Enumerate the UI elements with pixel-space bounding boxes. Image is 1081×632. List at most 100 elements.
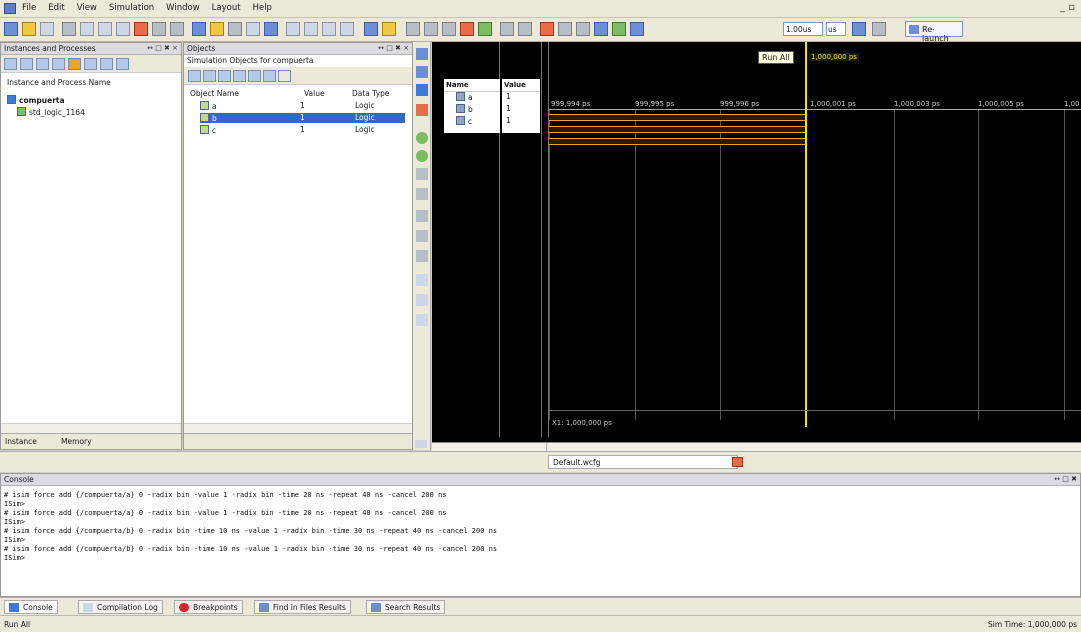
menu-simulation[interactable]: Simulation [109,3,154,13]
falling-edge-icon[interactable] [416,250,428,262]
value-header[interactable]: Value [502,79,540,92]
undo-icon[interactable] [152,22,166,36]
go-to-icon[interactable] [558,22,572,36]
new-file-icon[interactable] [4,22,18,36]
step-icon[interactable] [852,22,866,36]
zoom-out-icon[interactable] [416,66,428,78]
tab-instance[interactable]: Instance [5,437,37,446]
help-icon[interactable] [264,22,278,36]
list-icon[interactable] [416,314,428,326]
save-icon[interactable] [40,22,54,36]
collapse-icon[interactable] [20,58,33,70]
delete-icon[interactable] [134,22,148,36]
pause-icon[interactable] [872,22,886,36]
window-icon[interactable] [340,22,354,36]
tab-default-wcfg[interactable]: Default.wcfg [548,455,738,469]
wave-signal-b[interactable]: b [456,104,473,114]
layout-icon[interactable] [286,22,300,36]
waveform-trace-a[interactable] [549,114,805,121]
menu-edit[interactable]: Edit [48,3,64,13]
expand-icon[interactable] [4,58,17,70]
window-icon[interactable] [322,22,336,36]
filter-output-icon[interactable] [203,70,216,82]
copy-icon[interactable] [98,22,112,36]
menu-view[interactable]: View [77,3,97,13]
scroll-left-icon[interactable] [415,440,427,448]
tab-compilation-log[interactable]: Compilation Log [78,600,163,614]
time-cursor[interactable] [805,42,807,427]
close-tab-icon[interactable] [732,457,743,467]
marker-icon[interactable] [424,22,438,36]
signal-icon[interactable] [84,58,97,70]
marker-icon[interactable] [460,22,474,36]
object-row-c[interactable]: c 1 Logic [200,125,405,135]
zoom-icon[interactable] [364,22,378,36]
step-icon[interactable] [500,22,514,36]
run-time-unit-select[interactable]: us [826,22,846,36]
tab-breakpoints[interactable]: Breakpoints [174,600,243,614]
panel-controls[interactable]: ↔ □ ✖ × [378,44,409,52]
horizontal-scrollbar[interactable] [1,423,181,433]
column-object-name[interactable]: Object Name [190,89,239,98]
find-in-files-icon[interactable] [210,22,224,36]
tab-console[interactable]: Console [4,600,58,614]
filter-variable-icon[interactable] [263,70,276,82]
paste-icon[interactable] [116,22,130,36]
zoom-in-icon[interactable] [416,48,428,60]
wave-signal-c[interactable]: c [456,116,472,126]
tab-find-in-files-results[interactable]: Find in Files Results [254,600,351,614]
open-folder-icon[interactable] [22,22,36,36]
sort-icon[interactable] [52,58,65,70]
bookmark-icon[interactable] [228,22,242,36]
tab-memory[interactable]: Memory [61,437,92,446]
menu-file[interactable]: File [22,3,36,13]
step-over-icon[interactable] [576,22,590,36]
filter-inout-icon[interactable] [218,70,231,82]
print-icon[interactable] [62,22,76,36]
cursor-prev-icon[interactable] [416,132,428,144]
object-row-b[interactable]: b 1 Logic [200,113,405,123]
tab-search-results[interactable]: Search Results [366,600,446,614]
column-data-type[interactable]: Data Type [352,89,390,98]
add-wave-icon[interactable] [478,22,492,36]
context-help-icon[interactable] [382,22,396,36]
goto-icon[interactable] [246,22,260,36]
waveform-trace-c[interactable] [549,138,805,145]
find-icon[interactable] [192,22,206,36]
window-controls[interactable]: _ ▫ [1060,2,1075,13]
filter-icon[interactable] [36,58,49,70]
panel-controls[interactable]: ↔ □ ✖ × [147,44,178,52]
breakpoint-icon[interactable] [540,22,554,36]
add-marker-icon[interactable] [416,168,428,180]
relaunch-button[interactable]: Re-launch [905,21,963,43]
search-icon[interactable] [100,58,113,70]
swap-cursors-icon[interactable] [416,188,428,200]
horizontal-scrollbar[interactable] [184,423,412,433]
go-to-time-icon[interactable] [416,104,428,116]
name-header[interactable]: Name [444,79,500,92]
run-all-icon[interactable] [612,22,626,36]
zoom-fit-icon[interactable] [416,84,428,96]
filter-input-icon[interactable] [188,70,201,82]
cut-icon[interactable] [80,22,94,36]
wave-signal-a[interactable]: a [456,92,473,102]
snap-icon[interactable] [416,210,428,222]
search-icon[interactable] [278,70,291,82]
cursor-next-icon[interactable] [416,150,428,162]
float-icon[interactable] [416,294,428,306]
tree-item-std-logic[interactable]: std_logic_1164 [17,107,85,117]
tree-item-compuerta[interactable]: compuerta [7,95,65,105]
marker-icon[interactable] [442,22,456,36]
restart-icon[interactable] [594,22,608,36]
run-time-input[interactable]: 1.00us [783,22,823,36]
column-value[interactable]: Value [304,89,325,98]
console-output[interactable]: # isim force add {/compuerta/a} 0 -radix… [4,491,497,563]
rising-edge-icon[interactable] [416,230,428,242]
sync-icon[interactable] [116,58,129,70]
menu-window[interactable]: Window [166,3,200,13]
menu-layout[interactable]: Layout [212,3,241,13]
panel-controls[interactable]: ↔ □ ✖ [1054,475,1077,483]
run-for-icon[interactable] [630,22,644,36]
waveform-trace-b[interactable] [549,126,805,133]
process-icon[interactable] [68,58,81,70]
